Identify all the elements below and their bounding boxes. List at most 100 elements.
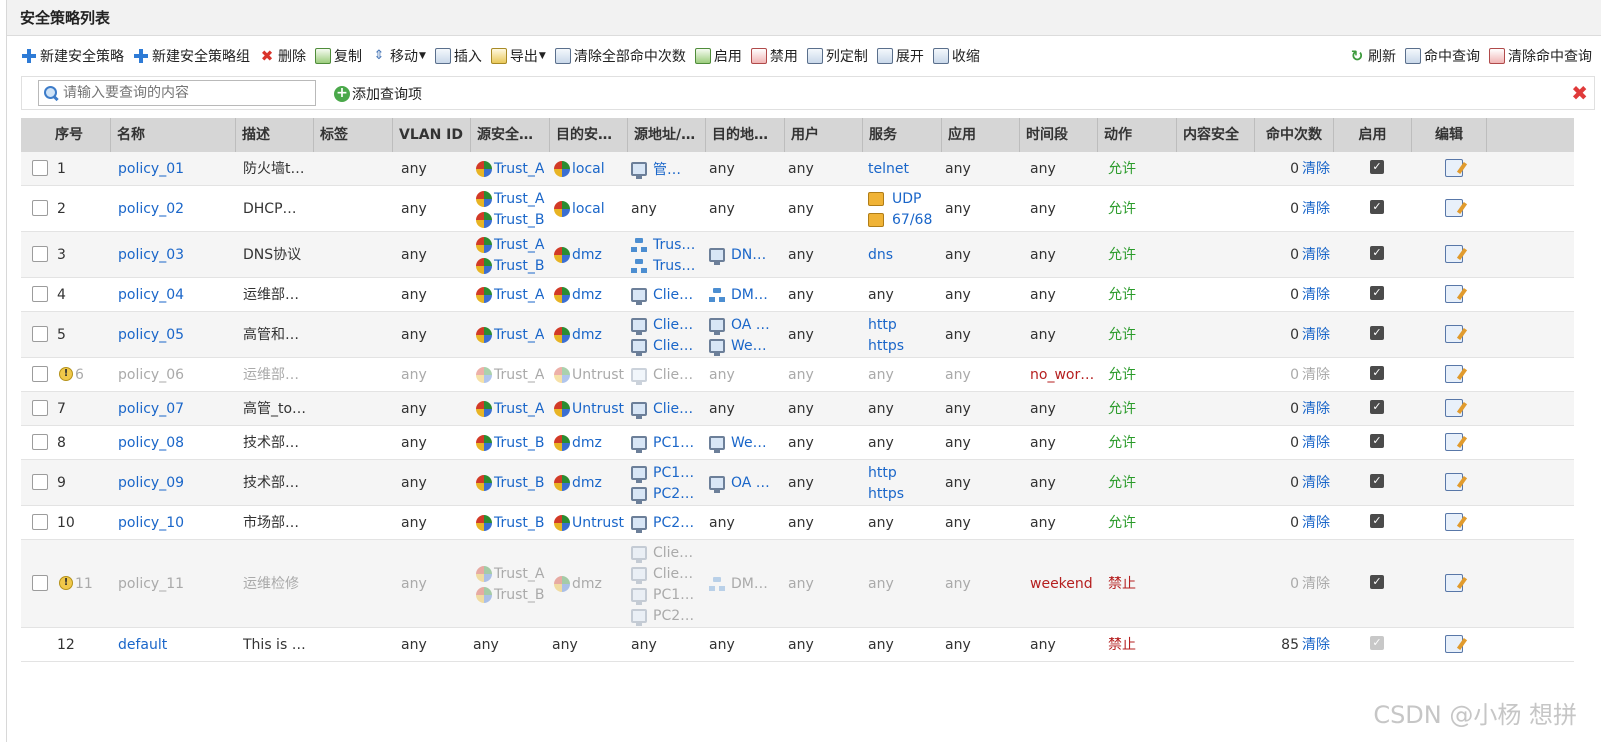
row-checkbox[interactable] <box>32 434 48 450</box>
table-row[interactable]: 2 policy_02 DHCP… any Trust_A Trust_B local any… <box>21 186 1574 232</box>
toolbar-button-2[interactable]: 清除命中查询 <box>1489 46 1592 66</box>
service-item[interactable]: any <box>868 635 894 656</box>
source-address-item[interactable]: PC2… <box>631 605 694 626</box>
source-zone-item[interactable]: Trust_A <box>476 285 544 306</box>
toolbar-button-9[interactable]: 禁用 <box>750 46 798 66</box>
service-item[interactable]: any <box>868 285 894 306</box>
clear-hits-link[interactable]: 清除 <box>1302 433 1330 453</box>
dest-zone-item[interactable]: dmz <box>554 473 602 494</box>
source-zone-item[interactable]: Trust_A <box>476 399 544 420</box>
edit-icon[interactable] <box>1445 635 1463 653</box>
policy-name-link[interactable]: default <box>118 635 167 655</box>
source-zone-item[interactable]: Trust_A <box>476 159 544 180</box>
clear-hits-link[interactable]: 清除 <box>1302 399 1330 419</box>
column-header-14[interactable]: 内容安全 <box>1177 118 1255 152</box>
toolbar-button-5[interactable]: 插入 <box>434 46 482 66</box>
policy-name-link[interactable]: policy_02 <box>118 199 184 219</box>
row-checkbox[interactable] <box>32 514 48 530</box>
toolbar-button-7[interactable]: 清除全部命中次数 <box>554 46 686 66</box>
policy-name-link[interactable]: policy_10 <box>118 513 184 533</box>
source-address-item[interactable]: PC1… <box>631 584 694 605</box>
row-checkbox[interactable] <box>32 160 48 176</box>
add-query-button[interactable]: + 添加查询项 <box>334 84 422 104</box>
policy-name-link[interactable]: policy_07 <box>118 399 184 419</box>
source-address-item[interactable]: Clie… <box>631 365 693 386</box>
clear-hits-link[interactable]: 清除 <box>1302 473 1330 493</box>
source-zone-item[interactable]: Trust_A <box>476 234 545 255</box>
column-header-4[interactable]: VLAN ID <box>393 118 471 152</box>
dest-address-item[interactable]: We… <box>709 433 767 454</box>
policy-name-link[interactable]: policy_05 <box>118 325 184 345</box>
dest-zone-item[interactable]: dmz <box>554 574 602 595</box>
edit-icon[interactable] <box>1445 199 1463 217</box>
table-row[interactable]: 5 policy_05 高管和… any Trust_A dmz Clie… Clie… OA … <box>21 312 1574 358</box>
source-address-item[interactable]: Clie… <box>631 563 694 584</box>
service-item[interactable]: https <box>868 335 904 356</box>
enabled-checkbox[interactable]: ✓ <box>1370 286 1384 300</box>
policy-name-link[interactable]: policy_06 <box>118 365 184 385</box>
dest-address-item[interactable]: OA … <box>709 473 770 494</box>
enabled-checkbox[interactable]: ✓ <box>1370 575 1384 589</box>
dest-zone-item[interactable]: Untrust <box>554 513 624 534</box>
source-zone-item[interactable]: Trust_A <box>476 188 545 209</box>
service-item[interactable]: https <box>868 483 904 504</box>
policy-name-link[interactable]: policy_11 <box>118 574 184 594</box>
toolbar-button-11[interactable]: 展开 <box>876 46 924 66</box>
column-header-0[interactable]: 序号 <box>21 118 111 152</box>
edit-icon[interactable] <box>1445 285 1463 303</box>
source-address-item[interactable]: Clie… <box>631 335 693 356</box>
enabled-checkbox[interactable]: ✓ <box>1370 636 1384 650</box>
service-item[interactable]: any <box>868 433 894 454</box>
source-address-item[interactable]: Clie… <box>631 542 694 563</box>
source-zone-item[interactable]: Trust_B <box>476 584 545 605</box>
service-item[interactable]: dns <box>868 245 893 266</box>
row-checkbox[interactable] <box>32 575 48 591</box>
clear-hits-link[interactable]: 清除 <box>1302 574 1330 594</box>
source-address-item[interactable]: Trus… <box>631 234 695 255</box>
enabled-checkbox[interactable]: ✓ <box>1370 366 1384 380</box>
enabled-checkbox[interactable]: ✓ <box>1370 326 1384 340</box>
edit-icon[interactable] <box>1445 325 1463 343</box>
clear-hits-link[interactable]: 清除 <box>1302 325 1330 345</box>
source-address-item[interactable]: any <box>631 635 657 656</box>
enabled-checkbox[interactable]: ✓ <box>1370 400 1384 414</box>
edit-icon[interactable] <box>1445 574 1463 592</box>
policy-name-link[interactable]: policy_04 <box>118 285 184 305</box>
toolbar-button-12[interactable]: 收缩 <box>932 46 980 66</box>
table-row[interactable]: 4 policy_04 运维部… any Trust_A dmz Clie… DM… any an… <box>21 278 1574 312</box>
edit-icon[interactable] <box>1445 159 1463 177</box>
policy-name-link[interactable]: policy_09 <box>118 473 184 493</box>
search-field[interactable] <box>38 80 316 106</box>
dest-address-item[interactable]: any <box>709 399 735 420</box>
source-zone-item[interactable]: Trust_B <box>476 433 545 454</box>
column-header-11[interactable]: 应用 <box>942 118 1020 152</box>
edit-icon[interactable] <box>1445 433 1463 451</box>
column-header-3[interactable]: 标签 <box>314 118 393 152</box>
table-row[interactable]: ! 6 policy_06 运维部… any Trust_A Untrust Clie… any… <box>21 358 1574 392</box>
row-checkbox[interactable] <box>32 246 48 262</box>
policy-name-link[interactable]: policy_08 <box>118 433 184 453</box>
source-address-item[interactable]: Clie… <box>631 314 693 335</box>
enabled-checkbox[interactable]: ✓ <box>1370 514 1384 528</box>
column-header-15[interactable]: 命中次数 <box>1255 118 1334 152</box>
row-checkbox[interactable] <box>32 366 48 382</box>
enabled-checkbox[interactable]: ✓ <box>1370 200 1384 214</box>
dest-address-item[interactable]: any <box>709 635 735 656</box>
toolbar-button-10[interactable]: 列定制 <box>806 46 868 66</box>
service-item[interactable]: any <box>868 574 894 595</box>
service-item[interactable]: any <box>868 399 894 420</box>
dest-zone-item[interactable]: dmz <box>554 433 602 454</box>
column-header-10[interactable]: 服务 <box>863 118 942 152</box>
column-header-8[interactable]: 目的地… <box>706 118 785 152</box>
dest-address-item[interactable]: OA … <box>709 314 770 335</box>
clear-hits-link[interactable]: 清除 <box>1302 365 1330 385</box>
table-row[interactable]: 12 default This is … any any any any any any any a… <box>21 628 1574 662</box>
toolbar-button-8[interactable]: 启用 <box>694 46 742 66</box>
toolbar-button-0[interactable]: 新建安全策略 <box>21 46 124 66</box>
dest-zone-item[interactable]: local <box>554 159 605 180</box>
edit-icon[interactable] <box>1445 245 1463 263</box>
policy-name-link[interactable]: policy_03 <box>118 245 184 265</box>
search-input[interactable] <box>63 85 303 101</box>
source-address-item[interactable]: PC1… <box>631 433 694 454</box>
source-zone-item[interactable]: Trust_B <box>476 513 545 534</box>
